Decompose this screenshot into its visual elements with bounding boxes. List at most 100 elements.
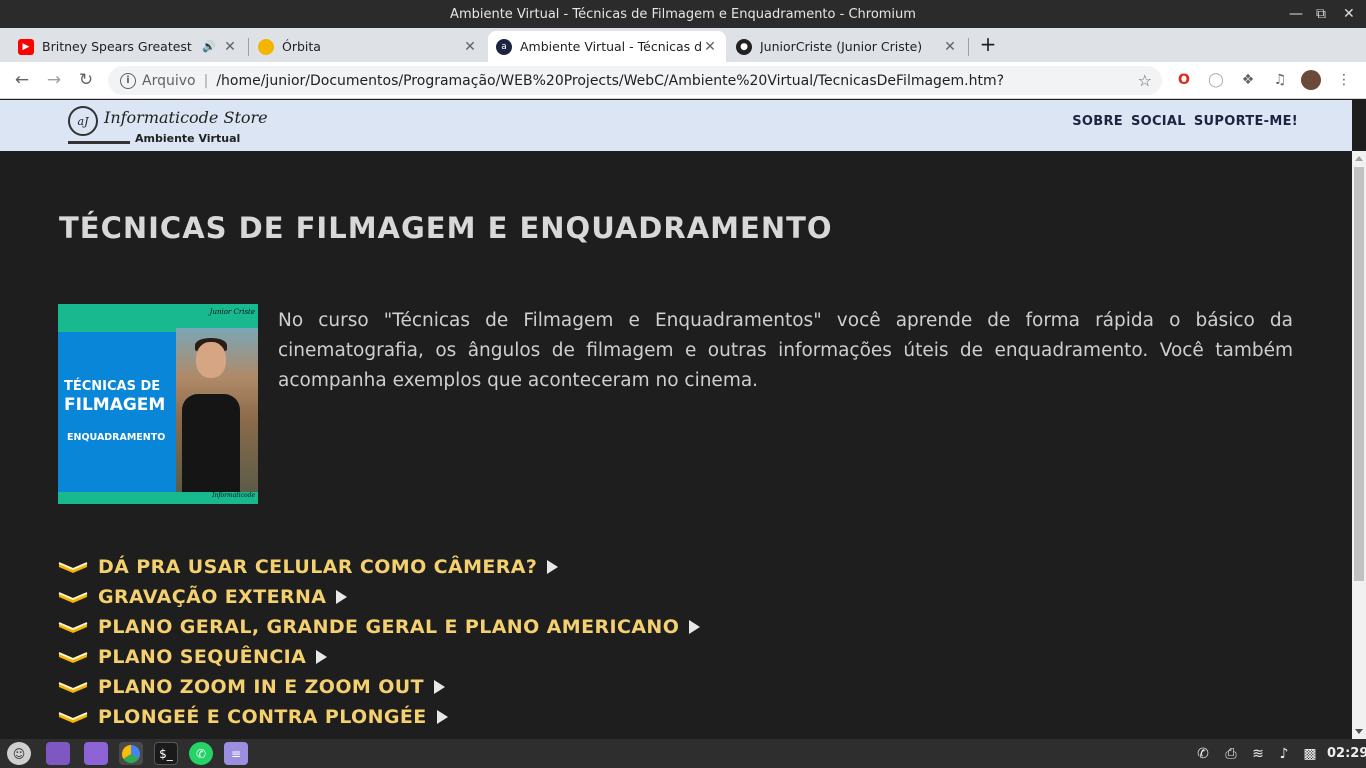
topic-label[interactable]: GRAVAÇÃO EXTERNA [98,586,326,608]
play-icon[interactable] [436,710,448,724]
tab-close-button[interactable]: ✕ [942,39,958,55]
topic-item[interactable]: PLANO GERAL, GRANDE GERAL E PLANO AMERIC… [58,612,701,642]
play-icon[interactable] [433,680,445,694]
open-book-icon [58,680,88,694]
thumbnail-signature: Junior Criste [209,308,255,316]
tab-orbita[interactable]: Órbita ✕ [250,31,486,62]
nav-sobre[interactable]: SOBRE [1072,114,1123,129]
play-icon[interactable] [336,590,348,604]
maximize-button[interactable]: ⧉ [1316,0,1326,28]
play-icon[interactable] [689,620,701,634]
tab-label: Ambiente Virtual - Técnicas de Filmagem [520,39,702,54]
tab-label: JuniorCriste (Junior Criste) [760,39,923,54]
site-nav: SOBRE SOCIAL SUPORTE-ME! [1072,114,1298,129]
logo-name: Informaticode Store [104,108,268,127]
topic-label[interactable]: DÁ PRA USAR CELULAR COMO CÂMERA? [98,556,537,578]
reload-button[interactable]: ↻ [74,68,98,92]
files-folder-icon[interactable] [84,742,108,765]
topic-label[interactable]: PLANO ZOOM IN E ZOOM OUT [98,676,424,698]
github-icon: ● [736,38,752,55]
whatsapp-icon[interactable]: ✆ [189,742,213,765]
informaticode-icon: a [496,38,512,55]
os-taskbar: ☺ $_ ✆ ≡ ✆ ⎙ ≋ ♪ ▩ 02:29 [0,739,1366,768]
tab-youtube[interactable]: ▶ Britney Spears Greatest Hits 🔊 ✕ [10,31,246,62]
thumbnail-line1: TÉCNICAS DE [64,379,161,394]
course-description: No curso "Técnicas de Filmagem e Enquadr… [278,310,1293,391]
profile-avatar[interactable] [1301,70,1321,90]
new-tab-button[interactable]: + [978,33,998,55]
wifi-icon[interactable]: ≋ [1248,744,1268,764]
scheme-label: Arquivo [142,72,196,89]
back-button[interactable]: ← [10,68,34,92]
clock[interactable]: 02:29 [1327,746,1366,761]
scroll-up-arrow[interactable] [1355,156,1363,161]
topic-label[interactable]: PLANO GERAL, GRANDE GERAL E PLANO AMERIC… [98,616,679,638]
url-text[interactable]: /home/junior/Documentos/Programação/WEB%… [216,73,1004,89]
opera-extension-icon[interactable]: O [1174,70,1194,90]
topic-item[interactable]: GRAVAÇÃO EXTERNA [58,582,700,612]
text-editor-icon[interactable]: ≡ [224,742,248,765]
open-book-icon [58,710,88,724]
puzzle-extensions-icon[interactable]: ❖ [1238,70,1258,90]
tab-label: Britney Spears Greatest Hits [42,39,196,54]
music-icon[interactable]: ♪ [1274,744,1294,764]
menu-kebab-icon[interactable]: ⋮ [1334,70,1354,90]
window-titlebar: Ambiente Virtual - Técnicas de Filmagem … [0,0,1366,28]
scroll-down-arrow[interactable] [1355,729,1363,734]
page-scrollbar[interactable] [1352,151,1366,739]
bookmark-star-icon[interactable]: ☆ [1138,71,1152,90]
topic-label[interactable]: PLONGEÉ E CONTRA PLONGÉE [98,706,427,728]
topic-label[interactable]: PLANO SEQUÊNCIA [98,646,306,668]
topic-item[interactable]: PLANO ZOOM IN E ZOOM OUT [58,672,700,702]
tab-github[interactable]: ● JuniorCriste (Junior Criste) ✕ [728,31,966,62]
tab-label: Órbita [282,39,321,54]
tab-close-button[interactable]: ✕ [702,39,718,55]
site-header: aJ Informaticode Store Ambiente Virtual … [0,100,1352,151]
logo-subtitle: Ambiente Virtual [135,132,241,145]
tab-ambiente-virtual[interactable]: a Ambiente Virtual - Técnicas de Filmage… [488,31,726,62]
open-book-icon [58,590,88,604]
orbita-icon [258,38,274,55]
battery-icon[interactable]: ▩ [1300,744,1320,764]
course-thumbnail: TÉCNICAS DE FILMAGEM ENQUADRAMENTO Junio… [58,304,258,504]
media-control-icon[interactable]: ♫ [1270,70,1290,90]
topic-item[interactable]: PLONGEÉ E CONTRA PLONGÉE [58,702,700,732]
tab-strip: ▶ Britney Spears Greatest Hits 🔊 ✕ Órbit… [0,28,1366,62]
speaker-icon[interactable]: 🔊 [202,40,216,53]
extension-icon[interactable]: ◯ [1206,70,1226,90]
tab-close-button[interactable]: ✕ [462,39,478,55]
app-menu-icon[interactable]: ☺ [7,742,31,765]
nav-social[interactable]: SOCIAL [1131,114,1186,129]
printer-icon[interactable]: ⎙ [1221,744,1241,764]
window-title: Ambiente Virtual - Técnicas de Filmagem … [450,6,916,22]
open-book-icon [58,620,88,634]
thumbnail-line3: ENQUADRAMENTO [67,432,166,443]
address-bar[interactable]: i Arquivo | /home/junior/Documentos/Prog… [108,66,1162,95]
thumbnail-line2: FILMAGEM [64,395,166,415]
info-icon[interactable]: i [120,72,136,89]
topic-list: DÁ PRA USAR CELULAR COMO CÂMERA? GRAVAÇÃ… [58,552,701,732]
open-book-icon [58,560,88,574]
chromium-icon[interactable] [119,742,143,765]
youtube-icon: ▶ [18,38,34,55]
site-logo[interactable]: aJ Informaticode Store Ambiente Virtual [68,103,268,147]
scrollbar-thumb[interactable] [1354,167,1364,581]
play-icon[interactable] [547,560,559,574]
close-window-button[interactable]: ✕ [1343,0,1355,28]
terminal-icon[interactable]: $_ [154,742,178,765]
window-switcher-icon[interactable] [46,742,70,765]
topic-item[interactable]: PLANO SEQUÊNCIA [58,642,700,672]
topic-item[interactable]: DÁ PRA USAR CELULAR COMO CÂMERA? [58,552,700,582]
page-content: TÉCNICAS DE FILMAGEM E ENQUADRAMENTO TÉC… [0,151,1352,739]
tab-close-button[interactable]: ✕ [222,39,238,55]
forward-button[interactable]: → [42,68,66,92]
thumbnail-brand: Informaticode [212,492,255,499]
whatsapp-tray-icon[interactable]: ✆ [1193,744,1213,764]
minimize-button[interactable]: — [1289,0,1303,28]
logo-mark: aJ [68,106,98,136]
open-book-icon [58,650,88,664]
page-title: TÉCNICAS DE FILMAGEM E ENQUADRAMENTO [59,211,833,245]
play-icon[interactable] [316,650,328,664]
nav-suporte[interactable]: SUPORTE-ME! [1194,114,1298,129]
browser-toolbar: ← → ↻ i Arquivo | /home/junior/Documento… [0,62,1366,99]
